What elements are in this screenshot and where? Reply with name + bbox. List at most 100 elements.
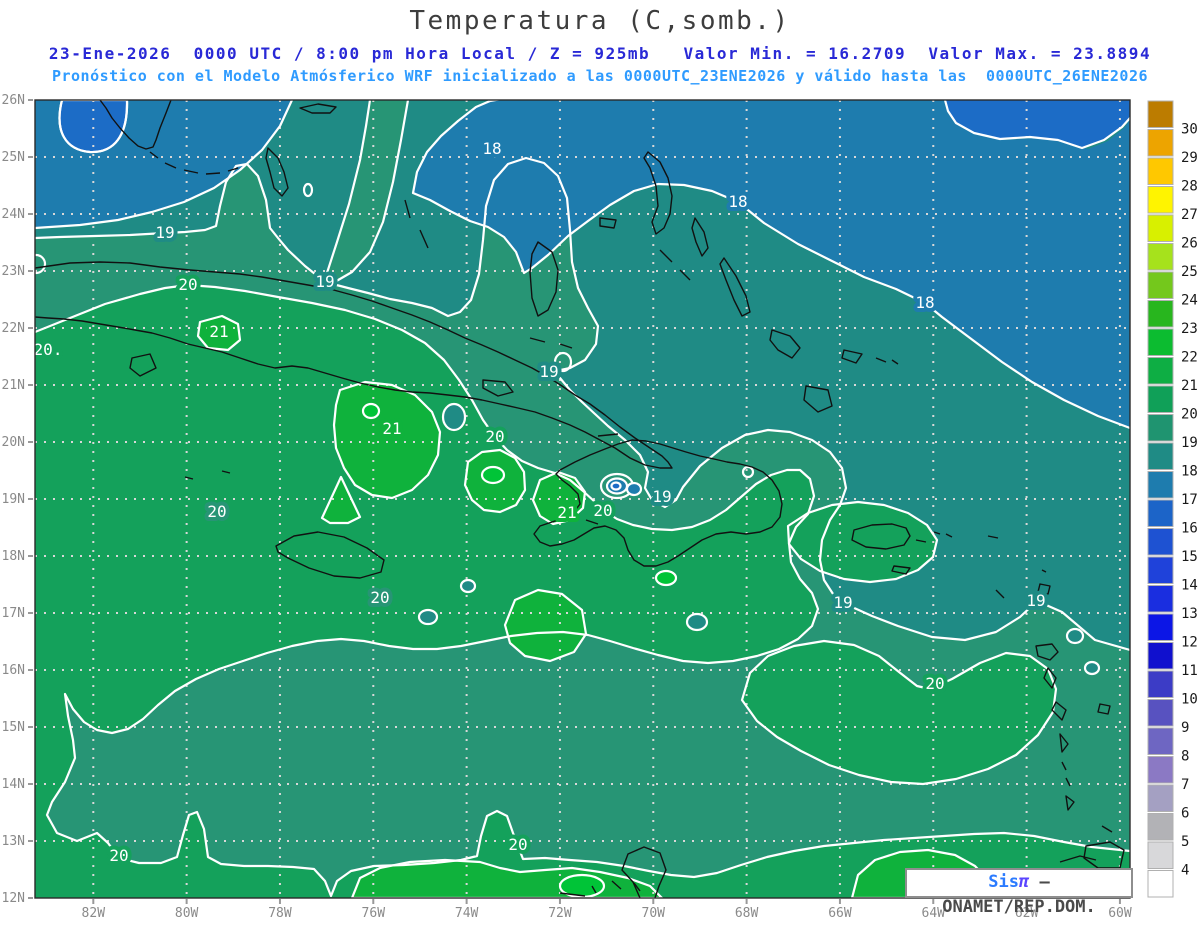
colorbar xyxy=(1147,100,1174,898)
lon-tick-label: 66W xyxy=(828,906,852,921)
colorbar-tick-label: 12 xyxy=(1181,635,1198,651)
colorbar-cell xyxy=(1147,414,1174,442)
colorbar-cell xyxy=(1147,585,1174,613)
lat-tick-label: 17N xyxy=(2,606,25,621)
contour-label: 19 xyxy=(652,487,671,506)
lat-tick-label: 21N xyxy=(2,378,25,393)
colorbar-tick-label: 10 xyxy=(1181,692,1198,708)
weather-map-svg: 18 18 18 19 19 19 19 19 19 20. 20 20 20 20 20 20 20 20 21 2… xyxy=(2,93,1198,921)
lon-tick-label: 72W xyxy=(548,906,572,921)
cool-pocket xyxy=(685,612,709,632)
cool-pocket xyxy=(441,402,467,432)
contour-label: 20. xyxy=(34,340,63,359)
lat-tick-label: 26N xyxy=(2,93,25,108)
colorbar-cell xyxy=(1147,642,1174,670)
lat-tick-label: 19N xyxy=(2,492,25,507)
colorbar-cell xyxy=(1147,870,1174,898)
contour-label: 18 xyxy=(915,293,934,312)
contour-label: 19 xyxy=(315,272,334,291)
warm-core-22 xyxy=(361,402,381,420)
colorbar-tick-label: 18 xyxy=(1181,464,1198,480)
colorbar-tick-label: 25 xyxy=(1181,264,1198,280)
colorbar-cell xyxy=(1147,243,1174,271)
contour-label: 20 xyxy=(109,846,128,865)
contour-label: 21 xyxy=(209,322,228,341)
colorbar-cell xyxy=(1147,699,1174,727)
contour-label: 19 xyxy=(155,223,174,242)
colorbar-cell xyxy=(1147,613,1174,641)
colorbar-tick-label: 23 xyxy=(1181,321,1198,337)
contour-label: 21 xyxy=(382,419,401,438)
contour-label: 20 xyxy=(370,588,389,607)
colorbar-cell xyxy=(1147,499,1174,527)
contour-label: 20 xyxy=(178,275,197,294)
lon-tick-label: 82W xyxy=(82,906,106,921)
colorbar-tick-label: 6 xyxy=(1181,806,1189,822)
colorbar-cell xyxy=(1147,442,1174,470)
cool-pocket xyxy=(1065,627,1085,645)
lon-tick-label: 60W xyxy=(1108,906,1132,921)
lat-tick-label: 20N xyxy=(2,435,25,450)
lat-tick-label: 22N xyxy=(2,321,25,336)
colorbar-tick-label: 4 xyxy=(1181,863,1189,879)
colorbar-tick-label: 30 xyxy=(1181,122,1198,138)
lon-tick-label: 80W xyxy=(175,906,199,921)
colorbar-cell xyxy=(1147,214,1174,242)
colorbar-cell xyxy=(1147,186,1174,214)
contour-label: 20 xyxy=(485,427,504,446)
colorbar-cell xyxy=(1147,385,1174,413)
contour-label: 18 xyxy=(728,192,747,211)
colorbar-labels: 30 29 28 27 26 25 24 23 22 21 20 19 18 17 16 15 14 13 12 11… xyxy=(1181,122,1198,879)
map-area: 18 18 18 19 19 19 19 19 19 20. 20 20 20 20 20 20 20 20 21 2… xyxy=(34,100,1130,898)
lat-tick-label: 18N xyxy=(2,549,25,564)
lon-tick-label: 78W xyxy=(268,906,292,921)
colorbar-tick-label: 29 xyxy=(1181,150,1198,166)
colorbar-tick-label: 27 xyxy=(1181,207,1198,223)
contour-label: 19 xyxy=(1026,591,1045,610)
colorbar-tick-label: 5 xyxy=(1181,834,1189,850)
contour-label: 20 xyxy=(925,674,944,693)
colorbar-cell xyxy=(1147,271,1174,299)
attribution-sis: Sis xyxy=(988,872,1019,892)
contour-label: 19 xyxy=(833,593,852,612)
lat-tick-label: 14N xyxy=(2,777,25,792)
colorbar-cell xyxy=(1147,670,1174,698)
colorbar-cell xyxy=(1147,528,1174,556)
colorbar-cell xyxy=(1147,727,1174,755)
warm-core-22 xyxy=(654,569,678,587)
warm-core-22 xyxy=(480,465,506,485)
attribution-pi-logo: π xyxy=(1018,872,1030,892)
temperature-fill-bands xyxy=(35,100,1130,898)
attribution-box: Sisπ – ONAMET/REP.DOM. xyxy=(905,868,1133,917)
colorbar-cell xyxy=(1147,471,1174,499)
colorbar-tick-label: 7 xyxy=(1181,777,1189,793)
colorbar-cell xyxy=(1147,328,1174,356)
lon-tick-label: 68W xyxy=(735,906,759,921)
colorbar-tick-label: 28 xyxy=(1181,179,1198,195)
colorbar-cell xyxy=(1147,756,1174,784)
colorbar-tick-label: 19 xyxy=(1181,435,1198,451)
colorbar-cell xyxy=(1147,784,1174,812)
colorbar-tick-label: 15 xyxy=(1181,549,1198,565)
cold-core-inner xyxy=(610,481,622,491)
cool-pocket xyxy=(459,578,477,594)
colorbar-tick-label: 13 xyxy=(1181,606,1198,622)
colorbar-tick-label: 24 xyxy=(1181,293,1198,309)
contour-label: 19 xyxy=(539,362,558,381)
cool-pocket xyxy=(417,608,439,626)
lat-tick-label: 13N xyxy=(2,834,25,849)
colorbar-cell xyxy=(1147,841,1174,869)
colorbar-tick-label: 20 xyxy=(1181,407,1198,423)
contour-label: 20 xyxy=(508,835,527,854)
colorbar-cell xyxy=(1147,556,1174,584)
colorbar-tick-label: 21 xyxy=(1181,378,1198,394)
colorbar-cell xyxy=(1147,157,1174,185)
colorbar-cell xyxy=(1147,100,1174,128)
lon-tick-label: 76W xyxy=(362,906,386,921)
colorbar-cell xyxy=(1147,357,1174,385)
cool-pocket xyxy=(1083,660,1101,676)
colorbar-tick-label: 17 xyxy=(1181,492,1198,508)
contour-label: 20 xyxy=(207,502,226,521)
contour-label: 18 xyxy=(482,139,501,158)
lon-tick-label: 70W xyxy=(642,906,666,921)
